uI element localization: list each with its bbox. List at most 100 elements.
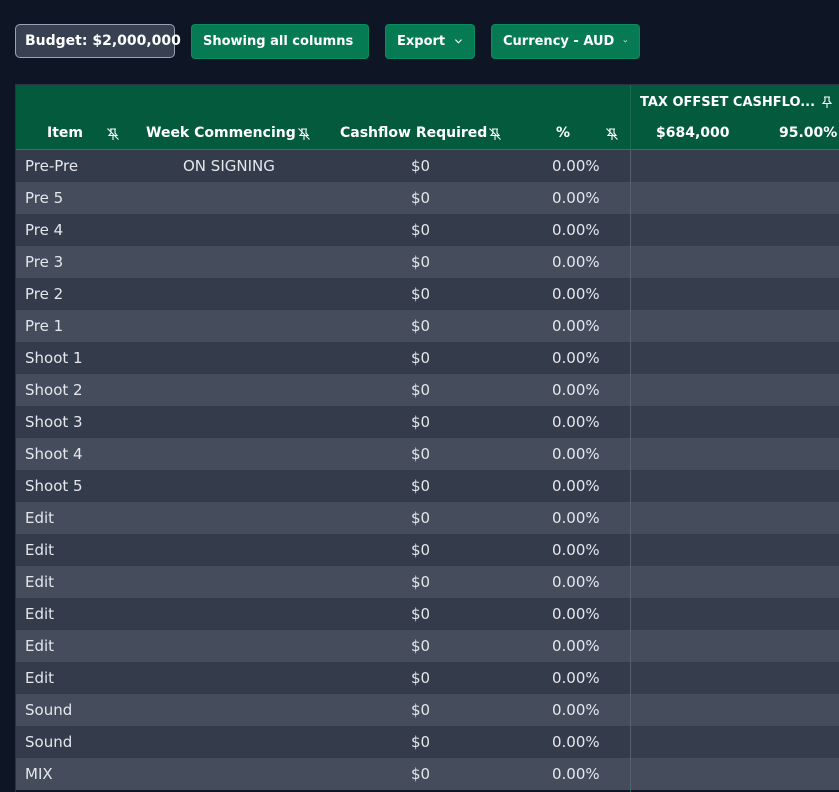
cell-item[interactable]: Pre 5 bbox=[25, 182, 63, 214]
cell-percent[interactable]: 0.00% bbox=[552, 534, 600, 566]
cell-cashflow-required[interactable]: $0 bbox=[411, 246, 430, 278]
cell-cashflow-required[interactable]: $0 bbox=[411, 566, 430, 598]
cell-cashflow-required[interactable]: $0 bbox=[411, 310, 430, 342]
export-dropdown[interactable]: Export bbox=[385, 23, 475, 59]
cell-percent[interactable]: 0.00% bbox=[552, 694, 600, 726]
cell-item[interactable]: MIX bbox=[25, 758, 53, 790]
cell-cashflow-required[interactable]: $0 bbox=[411, 662, 430, 694]
cell-cashflow-required[interactable]: $0 bbox=[411, 694, 430, 726]
table-row[interactable]: Pre 3 $0 0.00% bbox=[16, 246, 839, 278]
cell-percent[interactable]: 0.00% bbox=[552, 438, 600, 470]
cell-percent[interactable]: 0.00% bbox=[552, 182, 600, 214]
table-row[interactable]: Pre 1 $0 0.00% bbox=[16, 310, 839, 342]
cell-item[interactable]: Shoot 3 bbox=[25, 406, 83, 438]
table-row[interactable]: Sound $0 0.00% bbox=[16, 694, 839, 726]
table-row[interactable]: Edit $0 0.00% bbox=[16, 598, 839, 630]
cell-cashflow-required[interactable]: $0 bbox=[411, 278, 430, 310]
cell-cashflow-required[interactable]: $0 bbox=[411, 438, 430, 470]
cell-tax-offset[interactable] bbox=[631, 470, 839, 502]
cell-cashflow-required[interactable]: $0 bbox=[411, 726, 430, 758]
cell-cashflow-required[interactable]: $0 bbox=[411, 502, 430, 534]
column-header-week-commencing[interactable]: Week Commencing bbox=[146, 122, 296, 144]
table-row[interactable]: Edit $0 0.00% bbox=[16, 630, 839, 662]
cell-cashflow-required[interactable]: $0 bbox=[411, 470, 430, 502]
cell-item[interactable]: Edit bbox=[25, 662, 54, 694]
cell-item[interactable]: Shoot 2 bbox=[25, 374, 83, 406]
cell-percent[interactable]: 0.00% bbox=[552, 502, 600, 534]
unpin-icon[interactable] bbox=[297, 127, 311, 141]
cell-percent[interactable]: 0.00% bbox=[552, 406, 600, 438]
cell-item[interactable]: Edit bbox=[25, 534, 54, 566]
cell-item[interactable]: Edit bbox=[25, 502, 54, 534]
cell-item[interactable]: Pre 1 bbox=[25, 310, 63, 342]
cell-tax-offset[interactable] bbox=[631, 758, 839, 790]
cell-tax-offset[interactable] bbox=[631, 150, 839, 182]
table-row[interactable]: Sound $0 0.00% bbox=[16, 726, 839, 758]
cell-cashflow-required[interactable]: $0 bbox=[411, 342, 430, 374]
table-row[interactable]: Pre 2 $0 0.00% bbox=[16, 278, 839, 310]
table-row[interactable]: Shoot 2 $0 0.00% bbox=[16, 374, 839, 406]
cell-tax-offset[interactable] bbox=[631, 630, 839, 662]
cell-percent[interactable]: 0.00% bbox=[552, 598, 600, 630]
cell-tax-offset[interactable] bbox=[631, 374, 839, 406]
table-row[interactable]: MIX $0 0.00% bbox=[16, 758, 839, 790]
cell-percent[interactable]: 0.00% bbox=[552, 662, 600, 694]
table-row[interactable]: Edit $0 0.00% bbox=[16, 662, 839, 694]
unpin-icon[interactable] bbox=[605, 127, 619, 141]
cell-cashflow-required[interactable]: $0 bbox=[411, 182, 430, 214]
column-header-percent[interactable]: % bbox=[556, 122, 570, 144]
cell-percent[interactable]: 0.00% bbox=[552, 726, 600, 758]
cell-tax-offset[interactable] bbox=[631, 726, 839, 758]
cell-percent[interactable]: 0.00% bbox=[552, 630, 600, 662]
unpin-icon[interactable] bbox=[106, 127, 120, 141]
cell-percent[interactable]: 0.00% bbox=[552, 278, 600, 310]
cell-cashflow-required[interactable]: $0 bbox=[411, 758, 430, 790]
cell-tax-offset[interactable] bbox=[631, 502, 839, 534]
table-row[interactable]: Edit $0 0.00% bbox=[16, 566, 839, 598]
table-row[interactable]: Pre 5 $0 0.00% bbox=[16, 182, 839, 214]
cell-cashflow-required[interactable]: $0 bbox=[411, 598, 430, 630]
column-header-item[interactable]: Item bbox=[47, 122, 83, 144]
cell-tax-offset[interactable] bbox=[631, 278, 839, 310]
cell-percent[interactable]: 0.00% bbox=[552, 470, 600, 502]
cell-cashflow-required[interactable]: $0 bbox=[411, 374, 430, 406]
show-columns-dropdown[interactable]: Showing all columns bbox=[191, 23, 369, 59]
cell-cashflow-required[interactable]: $0 bbox=[411, 406, 430, 438]
cell-week-commencing[interactable]: ON SIGNING bbox=[183, 150, 275, 182]
budget-button[interactable]: Budget: $2,000,000 bbox=[15, 24, 181, 58]
cell-percent[interactable]: 0.00% bbox=[552, 150, 600, 182]
table-row[interactable]: Pre-Pre ON SIGNING $0 0.00% bbox=[16, 150, 839, 182]
cell-item[interactable]: Sound bbox=[25, 726, 72, 758]
cell-cashflow-required[interactable]: $0 bbox=[411, 534, 430, 566]
unpin-icon[interactable] bbox=[488, 127, 502, 141]
cell-tax-offset[interactable] bbox=[631, 406, 839, 438]
cell-item[interactable]: Edit bbox=[25, 598, 54, 630]
cell-tax-offset[interactable] bbox=[631, 694, 839, 726]
cell-item[interactable]: Shoot 4 bbox=[25, 438, 83, 470]
table-row[interactable]: Shoot 4 $0 0.00% bbox=[16, 438, 839, 470]
cell-percent[interactable]: 0.00% bbox=[552, 214, 600, 246]
cell-tax-offset[interactable] bbox=[631, 598, 839, 630]
cell-cashflow-required[interactable]: $0 bbox=[411, 214, 430, 246]
cell-item[interactable]: Shoot 5 bbox=[25, 470, 83, 502]
cell-percent[interactable]: 0.00% bbox=[552, 566, 600, 598]
cell-item[interactable]: Pre 2 bbox=[25, 278, 63, 310]
cell-tax-offset[interactable] bbox=[631, 246, 839, 278]
cell-item[interactable]: Shoot 1 bbox=[25, 342, 83, 374]
cell-tax-offset[interactable] bbox=[631, 438, 839, 470]
column-header-cashflow-required[interactable]: Cashflow Required bbox=[340, 122, 487, 144]
cell-item[interactable]: Sound bbox=[25, 694, 72, 726]
cell-tax-offset[interactable] bbox=[631, 342, 839, 374]
cell-percent[interactable]: 0.00% bbox=[552, 342, 600, 374]
cell-tax-offset[interactable] bbox=[631, 214, 839, 246]
table-row[interactable]: Edit $0 0.00% bbox=[16, 502, 839, 534]
currency-dropdown[interactable]: Currency - AUD bbox=[491, 23, 640, 59]
cell-item[interactable]: Pre-Pre bbox=[25, 150, 78, 182]
cell-tax-offset[interactable] bbox=[631, 182, 839, 214]
cell-percent[interactable]: 0.00% bbox=[552, 374, 600, 406]
pin-icon[interactable] bbox=[820, 95, 834, 109]
cell-item[interactable]: Pre 4 bbox=[25, 214, 63, 246]
table-row[interactable]: Shoot 5 $0 0.00% bbox=[16, 470, 839, 502]
table-row[interactable]: Shoot 3 $0 0.00% bbox=[16, 406, 839, 438]
column-group-tax-offset[interactable]: TAX OFFSET CASHFLO... bbox=[640, 91, 815, 113]
